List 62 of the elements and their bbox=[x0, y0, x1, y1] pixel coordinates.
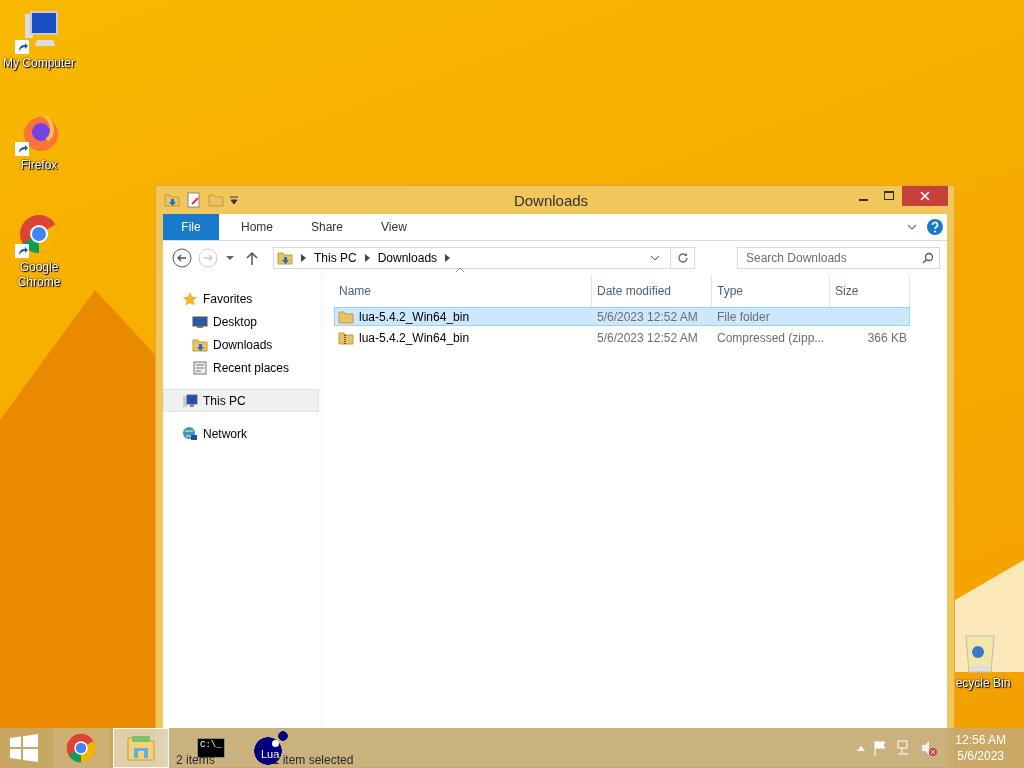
star-icon bbox=[182, 290, 198, 307]
network-icon bbox=[182, 425, 198, 442]
minimize-icon bbox=[858, 198, 868, 201]
downloads-folder-icon bbox=[277, 250, 293, 266]
desktop-icon-label: Google Chrome bbox=[16, 260, 62, 290]
file-type: File folder bbox=[717, 309, 770, 324]
window-title: Downloads bbox=[512, 192, 590, 209]
nav-item[interactable]: Recent places bbox=[163, 356, 319, 379]
chevron-icon bbox=[301, 254, 306, 262]
help-icon[interactable] bbox=[927, 219, 943, 235]
expand-ribbon-icon[interactable] bbox=[907, 223, 917, 231]
chevron-icon bbox=[445, 254, 451, 262]
monitor-icon bbox=[192, 313, 208, 330]
ribbon-tab[interactable]: View bbox=[365, 214, 423, 240]
breadcrumb[interactable]: This PC bbox=[314, 251, 357, 265]
downloads-folder-icon bbox=[164, 192, 180, 208]
file-explorer-icon bbox=[126, 734, 156, 762]
folder-icon bbox=[338, 308, 354, 325]
file-row[interactable]: lua-5.4.2_Win64_bin 5/6/2023 12:52 AM File folder bbox=[334, 307, 910, 326]
address-bar[interactable]: This PC Downloads bbox=[273, 247, 695, 269]
chrome-icon bbox=[66, 733, 96, 763]
back-button[interactable] bbox=[171, 247, 193, 269]
caret-icon bbox=[226, 255, 234, 261]
recent-places-icon bbox=[192, 359, 208, 376]
desktop-icon-label: My Computer bbox=[3, 56, 75, 71]
nav-item[interactable]: Downloads bbox=[163, 333, 319, 356]
date-modified: 5/6/2023 12:52 AM bbox=[597, 309, 698, 324]
nav-item[interactable]: This PC bbox=[163, 389, 319, 412]
search-icon bbox=[922, 252, 934, 264]
speaker-muted-icon[interactable] bbox=[921, 740, 938, 756]
downloads-folder-icon bbox=[192, 336, 208, 353]
desktop-icon-label: ecycle Bin bbox=[955, 676, 1011, 691]
breadcrumb[interactable]: Downloads bbox=[377, 251, 438, 265]
file-name: lua-5.4.2_Win64_bin bbox=[359, 330, 470, 345]
ribbon-tab[interactable]: File bbox=[163, 214, 219, 240]
computer-icon bbox=[182, 392, 198, 409]
taskbar-button[interactable] bbox=[113, 728, 169, 768]
taskbar-button[interactable] bbox=[53, 728, 109, 768]
file-name: lua-5.4.2_Win64_bin bbox=[359, 309, 470, 324]
desktop-icon-label: Firefox bbox=[20, 158, 58, 173]
chevron-icon bbox=[364, 254, 370, 262]
zip-folder-icon bbox=[338, 329, 354, 346]
maximize-icon bbox=[884, 191, 894, 201]
dropdown-icon[interactable] bbox=[650, 255, 660, 261]
command-prompt-icon: C:\_ bbox=[197, 738, 225, 758]
ribbon-tab[interactable]: Share bbox=[295, 214, 360, 240]
properties-icon[interactable] bbox=[186, 192, 202, 208]
close-icon bbox=[920, 191, 930, 201]
customize-caret-icon[interactable] bbox=[230, 195, 238, 205]
up-arrow-icon bbox=[246, 251, 258, 265]
refresh-icon bbox=[676, 252, 689, 264]
recycle-bin-icon[interactable] bbox=[962, 632, 998, 674]
new-folder-icon bbox=[208, 192, 224, 208]
file-row[interactable]: lua-5.4.2_Win64_bin 5/6/2023 12:52 AM Compressed (zipp... 366 KB bbox=[334, 328, 910, 347]
nav-item[interactable]: Network bbox=[163, 422, 319, 445]
file-size: 366 KB bbox=[867, 330, 907, 345]
date-modified: 5/6/2023 12:52 AM bbox=[597, 330, 698, 345]
search-field[interactable]: Search Downloads bbox=[737, 247, 940, 269]
ribbon-tab[interactable]: Home bbox=[225, 214, 289, 240]
nav-item[interactable]: Favorites bbox=[163, 287, 319, 310]
file-type: Compressed (zipp... bbox=[717, 330, 825, 345]
nav-item[interactable]: Desktop bbox=[163, 310, 319, 333]
